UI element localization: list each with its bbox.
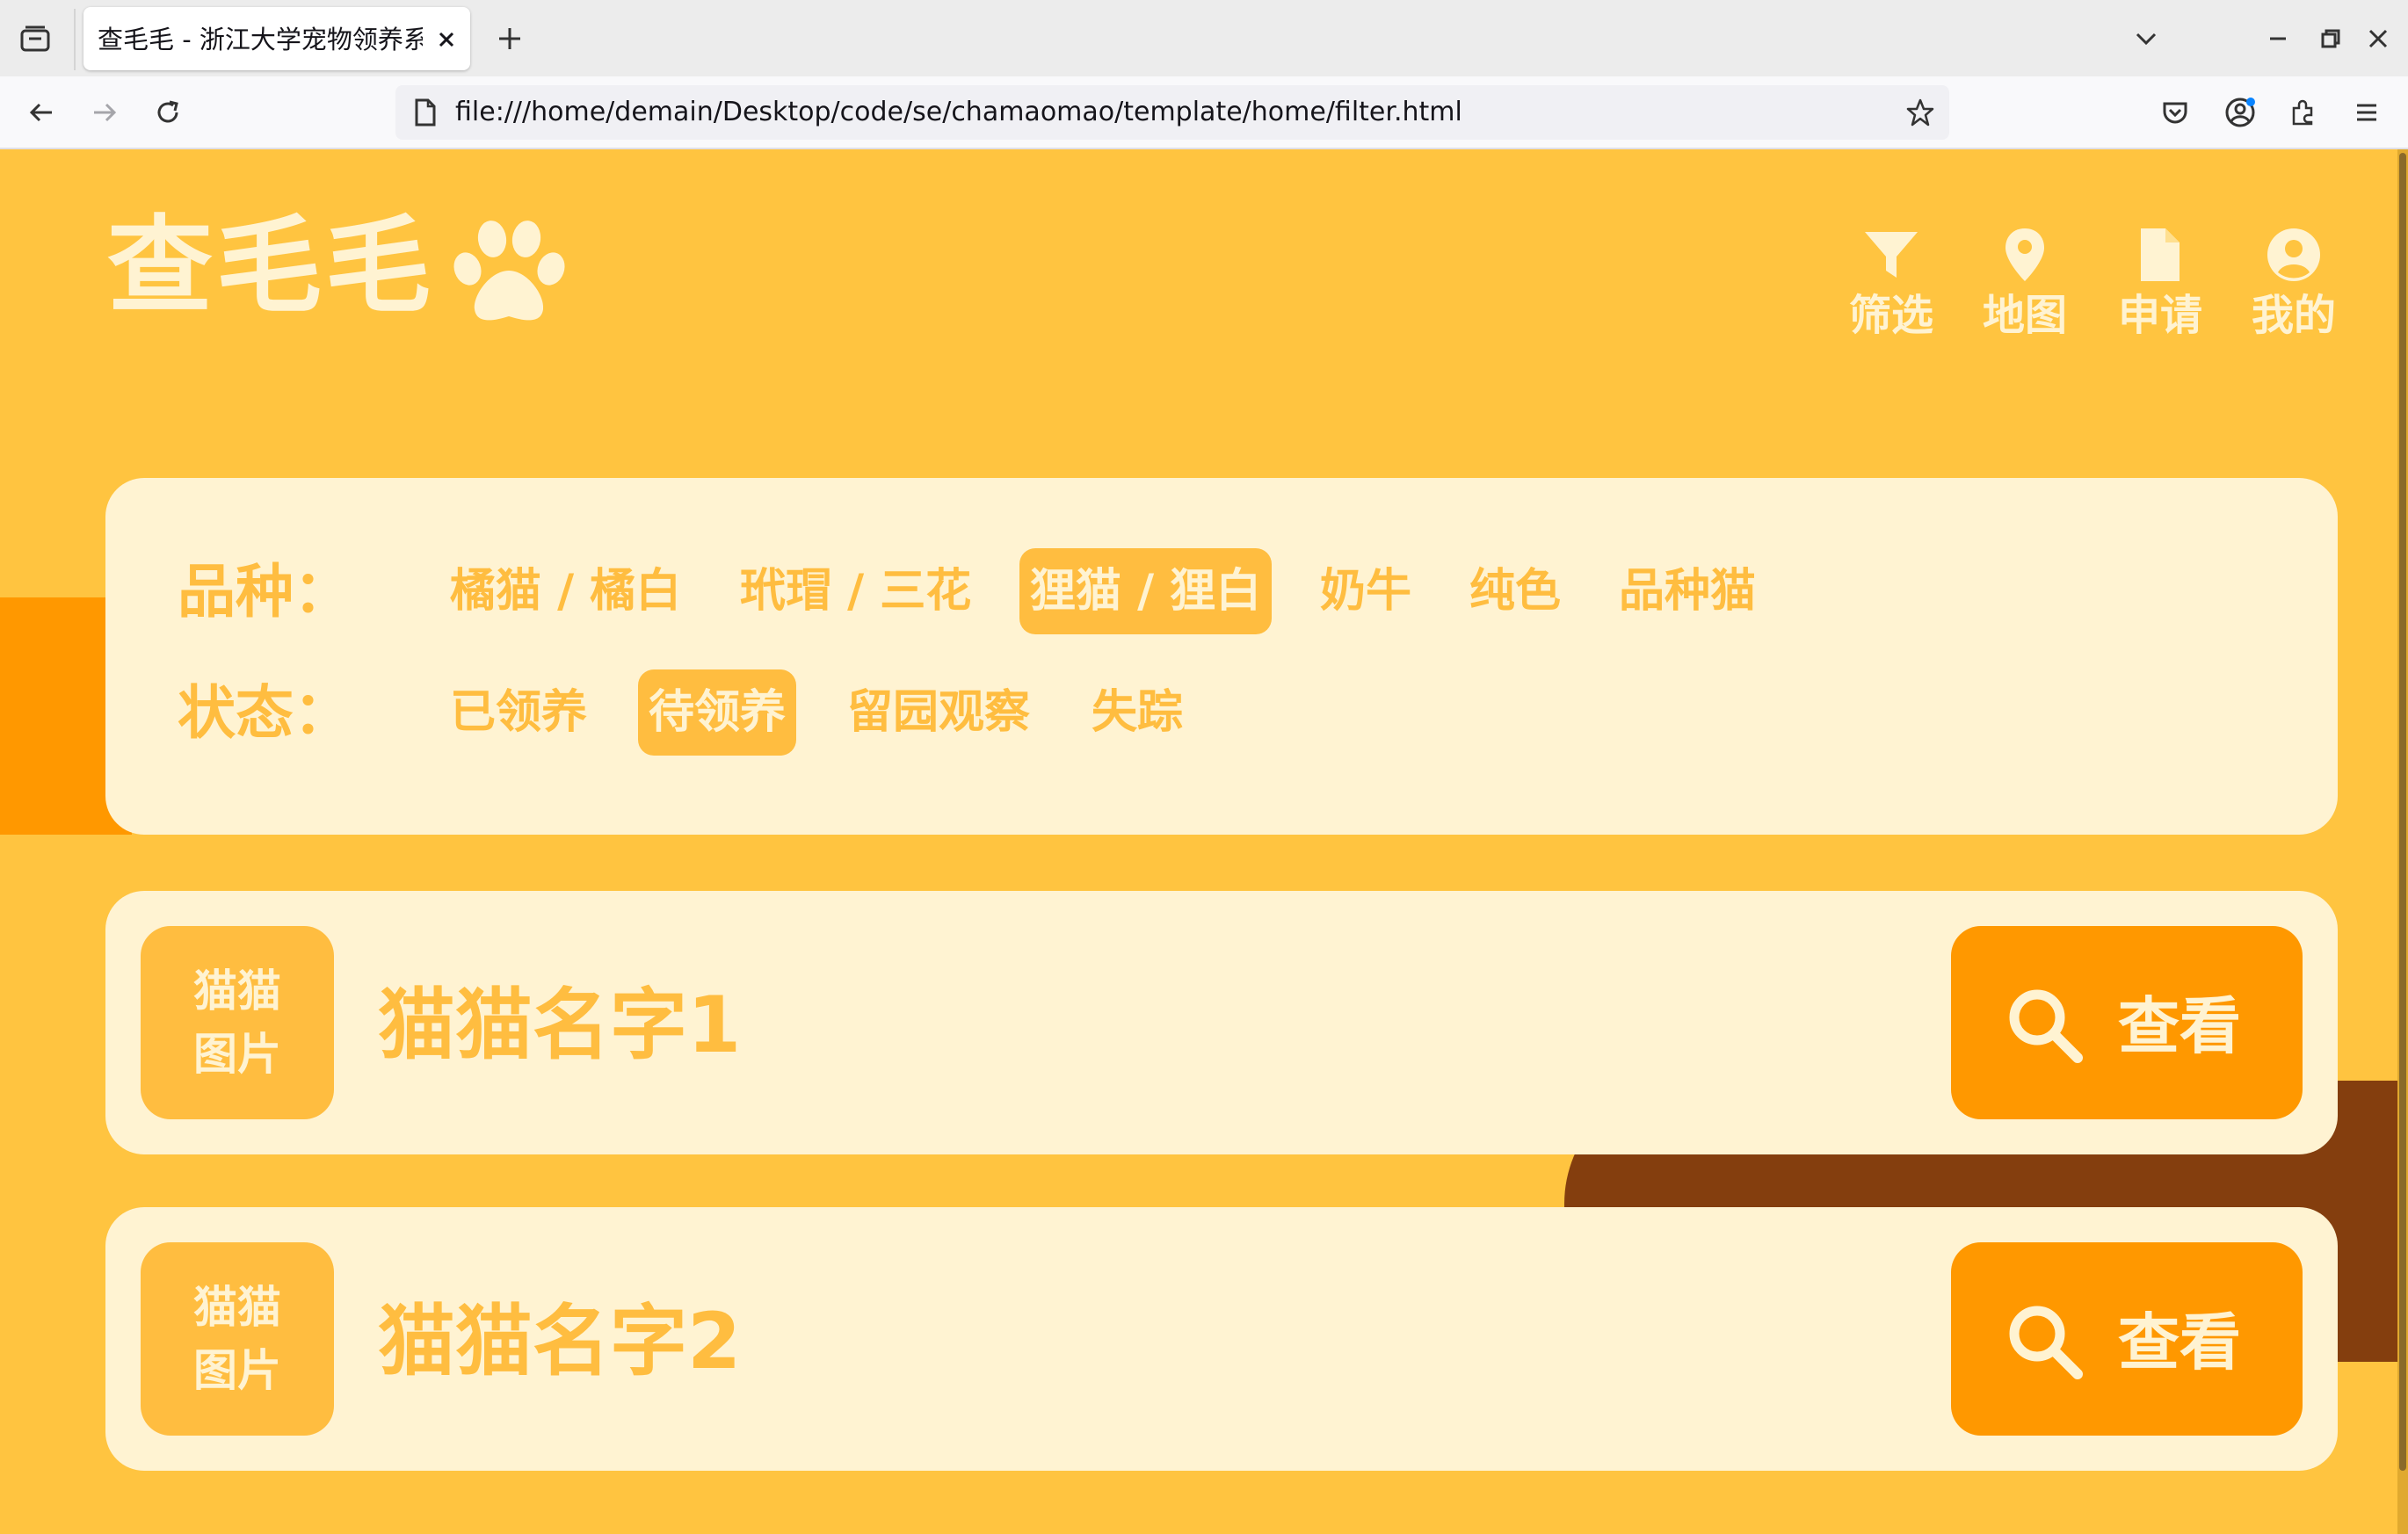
- nav-map[interactable]: 地图: [1972, 227, 2078, 350]
- nav-apply[interactable]: 申请: [2107, 227, 2213, 350]
- page-content: 查毛毛 筛选 地图 申请 我的 品种： 橘猫 / 橘白 玳瑁 / 三花 狸猫 /…: [0, 149, 2408, 1534]
- cat-list-item: 猫猫图片 猫猫名字2 查看: [105, 1207, 2338, 1471]
- tab-list-chevron-down-icon[interactable]: [2127, 19, 2165, 58]
- restore-icon[interactable]: [2311, 19, 2350, 58]
- nav-profile[interactable]: 我的: [2241, 227, 2346, 350]
- scrollbar-thumb[interactable]: [2399, 153, 2406, 1471]
- breed-chip-orange[interactable]: 橘猫 / 橘白: [439, 548, 692, 634]
- address-bar[interactable]: file:///home/demain/Desktop/code/se/cham…: [395, 85, 1949, 140]
- minimize-icon[interactable]: [2259, 19, 2297, 58]
- map-pin-icon: [2005, 228, 2044, 281]
- view-cat-button[interactable]: 查看: [1951, 1242, 2303, 1436]
- tab-title: 查毛毛 - 浙江大学宠物领养系统: [98, 25, 423, 54]
- breed-chip-solid[interactable]: 纯色: [1459, 548, 1571, 634]
- breed-chip-tabby-selected[interactable]: 狸猫 / 狸白: [1019, 548, 1273, 634]
- status-chip-adopted[interactable]: 已领养: [439, 669, 598, 756]
- url-text: file:///home/demain/Desktop/code/se/cham…: [455, 97, 1462, 127]
- nav-filter[interactable]: 筛选: [1839, 227, 1944, 350]
- back-arrow-icon[interactable]: [21, 92, 62, 133]
- status-chip-missing[interactable]: 失踪: [1081, 669, 1193, 756]
- view-button-label: 查看: [2118, 1306, 2241, 1378]
- tab-overview-icon[interactable]: [16, 21, 54, 56]
- pocket-icon[interactable]: [2155, 92, 2195, 133]
- menu-hamburger-icon[interactable]: [2346, 92, 2387, 133]
- status-chip-awaiting-selected[interactable]: 待领养: [638, 669, 797, 756]
- document-icon: [2141, 228, 2180, 281]
- breed-chip-pedigree[interactable]: 品种猫: [1608, 548, 1766, 634]
- cat-image-placeholder: 猫猫图片: [141, 1242, 334, 1436]
- bookmark-star-icon[interactable]: [1905, 98, 1935, 127]
- search-icon: [2009, 1306, 2083, 1379]
- filter-panel: 品种： 橘猫 / 橘白 玳瑁 / 三花 狸猫 / 狸白 奶牛 纯色 品种猫 状态…: [105, 478, 2338, 835]
- browser-tab-bar: 查毛毛 - 浙江大学宠物领养系统: [0, 0, 2408, 76]
- nav-map-label: 地图: [1982, 291, 2067, 340]
- page-icon: [411, 98, 439, 127]
- page-scrollbar[interactable]: [2397, 149, 2408, 1534]
- view-cat-button[interactable]: 查看: [1951, 926, 2303, 1119]
- breed-chip-tortoiseshell[interactable]: 玳瑁 / 三花: [729, 548, 982, 634]
- user-circle-icon: [2267, 228, 2320, 281]
- breed-chip-cow[interactable]: 奶牛: [1309, 548, 1422, 634]
- cat-list-item: 猫猫图片 猫猫名字1 查看: [105, 891, 2338, 1154]
- breed-filter-label: 品种：: [178, 558, 352, 626]
- browser-nav-bar: file:///home/demain/Desktop/code/se/cham…: [0, 76, 2408, 149]
- cat-image-text: 猫猫图片: [193, 1282, 281, 1396]
- forward-arrow-icon[interactable]: [84, 92, 125, 133]
- search-icon: [2009, 989, 2083, 1063]
- cat-image-text: 猫猫图片: [193, 966, 281, 1080]
- extensions-icon[interactable]: [2283, 92, 2324, 133]
- cat-name: 猫猫名字1: [378, 980, 742, 1070]
- tab-divider: [74, 9, 76, 70]
- reload-icon[interactable]: [148, 92, 188, 133]
- view-button-label: 查看: [2118, 990, 2241, 1062]
- browser-tab-active[interactable]: 查毛毛 - 浙江大学宠物领养系统: [83, 7, 470, 70]
- status-filter-label: 状态：: [178, 679, 352, 747]
- site-logo-text[interactable]: 查毛毛: [107, 206, 434, 329]
- cat-name: 猫猫名字2: [378, 1296, 742, 1386]
- paw-icon: [450, 218, 569, 328]
- tab-close-icon[interactable]: [433, 26, 460, 53]
- nav-profile-label: 我的: [2251, 291, 2336, 340]
- nav-filter-label: 筛选: [1848, 291, 1933, 340]
- new-tab-icon[interactable]: [492, 21, 527, 56]
- filter-icon: [1865, 232, 1918, 278]
- status-chip-observation[interactable]: 留园观察: [837, 669, 1041, 756]
- account-icon[interactable]: [2220, 92, 2260, 133]
- cat-image-placeholder: 猫猫图片: [141, 926, 334, 1119]
- close-window-icon[interactable]: [2359, 19, 2397, 58]
- nav-apply-label: 申请: [2117, 291, 2202, 340]
